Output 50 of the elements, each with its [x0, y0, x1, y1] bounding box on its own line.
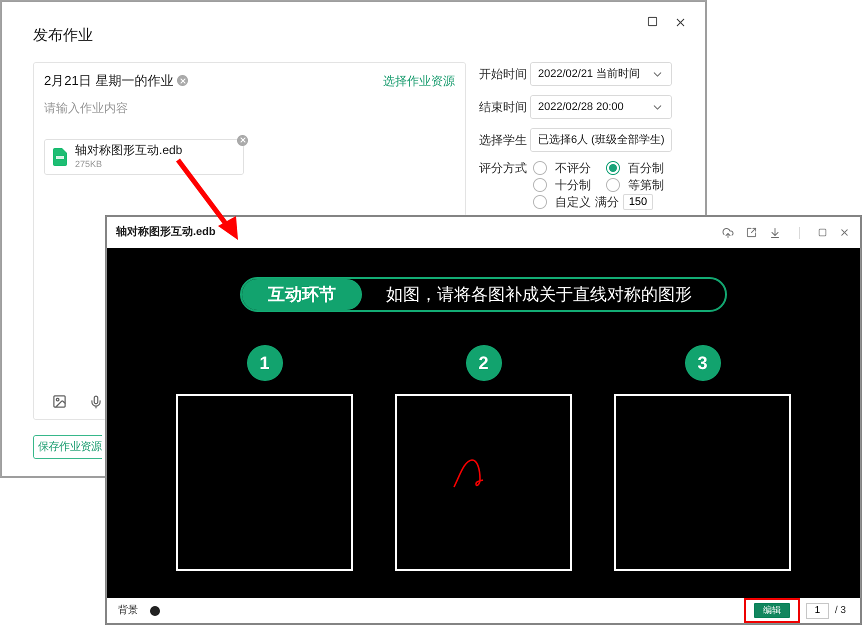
dialog-title: 发布作业: [33, 26, 94, 46]
scribble-drawing: [452, 456, 486, 488]
field-label: 评分方式: [479, 161, 528, 177]
edit-button[interactable]: 编辑: [754, 603, 790, 618]
drawing-area[interactable]: [176, 394, 353, 571]
assignment-title: 2月21日 星期一的作业: [44, 72, 174, 90]
radio-button[interactable]: [533, 195, 547, 209]
date-dropdown[interactable]: 2022/02/28 20:00: [530, 95, 672, 119]
external-link-icon[interactable]: [746, 227, 757, 238]
upload-icon[interactable]: [722, 226, 734, 238]
radio-button[interactable]: [533, 161, 547, 175]
field-label: 选择学生: [479, 132, 527, 149]
number-badge: 2: [466, 345, 502, 381]
field-label: 结束时间: [479, 99, 527, 116]
radio-label: 百分制: [628, 161, 664, 175]
page-field[interactable]: 1: [806, 602, 829, 618]
radio-label: 十分制: [555, 178, 591, 192]
drawing-area[interactable]: [614, 394, 791, 571]
student-field[interactable]: 已选择6人 (班级全部学生): [530, 128, 672, 152]
image-icon[interactable]: [52, 394, 67, 409]
date-dropdown[interactable]: 2022/02/21 当前时间: [530, 62, 672, 86]
field-label: 开始时间: [479, 66, 527, 83]
drawing-area[interactable]: [395, 394, 572, 571]
radio-label: 自定义: [555, 195, 591, 209]
clear-icon[interactable]: [177, 75, 188, 86]
number-badge: 3: [684, 345, 720, 381]
download-icon[interactable]: [769, 226, 781, 238]
file-size: 275KB: [75, 158, 104, 170]
radio-button[interactable]: [606, 161, 620, 175]
radio-label: 不评分: [555, 161, 591, 175]
file-name: 轴对称图形互动.edb: [75, 142, 182, 156]
close-icon[interactable]: [674, 16, 687, 29]
banner-text: 如图，请将各图补成关于直线对称的图形: [386, 284, 692, 306]
file-icon: [53, 148, 67, 166]
full-score-field[interactable]: 150: [623, 194, 653, 210]
number-badge: 1: [246, 345, 282, 381]
page-total: / 3: [834, 604, 846, 618]
background-swatch[interactable]: [150, 606, 160, 616]
banner-tag: 互动环节: [242, 279, 362, 310]
radio-button[interactable]: [533, 178, 547, 192]
maximize-icon[interactable]: [818, 228, 827, 237]
full-score-label: 满分: [595, 195, 619, 209]
maximize-icon[interactable]: [647, 16, 658, 27]
remove-icon[interactable]: [237, 134, 248, 146]
close-icon[interactable]: [839, 227, 850, 238]
radio-label: 等第制: [628, 178, 664, 192]
viewer-title: 轴对称图形互动.edb: [116, 224, 216, 240]
radio-button[interactable]: [606, 178, 620, 192]
microphone-icon[interactable]: [89, 394, 103, 408]
background-label: 背景: [118, 604, 138, 618]
